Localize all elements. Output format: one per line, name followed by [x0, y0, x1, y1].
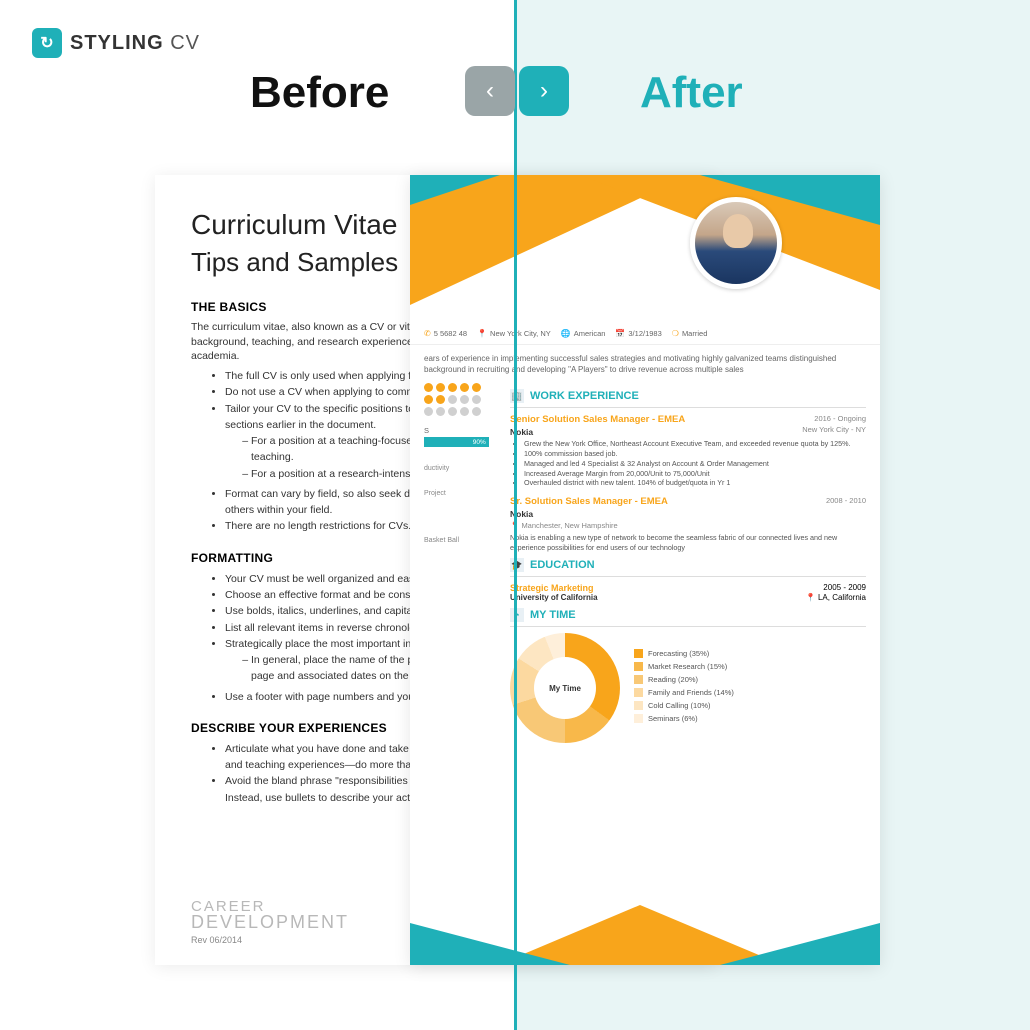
job-title: Sr. Solution Sales Manager - EMEA: [510, 496, 668, 507]
ring-icon: ❍: [672, 329, 679, 338]
swatch: [634, 701, 643, 710]
briefcase-icon: 🏢: [510, 389, 524, 403]
swatch: [634, 662, 643, 671]
phone-value: 5 5682 48: [434, 329, 467, 338]
contact-info-bar: ✆5 5682 48 📍New York City, NY 🌐American …: [410, 325, 880, 345]
job-dates: 2008 - 2010: [826, 496, 866, 507]
prev-button[interactable]: ‹: [465, 66, 515, 116]
calendar-icon: 📅: [615, 329, 625, 338]
tag-item: Basket Ball: [424, 537, 496, 544]
brand-icon: ↻: [32, 28, 62, 58]
job-location: New York City - NY: [802, 425, 866, 436]
mytime-donut-chart: My Time: [510, 633, 620, 743]
list-item: Managed and led 4 Specialist & 32 Analys…: [524, 459, 866, 469]
marital-value: Married: [682, 329, 707, 338]
resume-footer-graphic: [410, 905, 880, 965]
document-after: ✆5 5682 48 📍New York City, NY 🌐American …: [410, 175, 880, 965]
resume-header-graphic: [410, 175, 880, 325]
skill-dots: [424, 383, 496, 416]
swatch: [634, 714, 643, 723]
section-work: 🏢WORK EXPERIENCE: [510, 389, 866, 408]
list-item: 100% commission based job.: [524, 449, 866, 459]
section-mytime: ◔MY TIME: [510, 608, 866, 627]
edu-dates: 2005 - 2009: [823, 583, 866, 593]
swatch: [634, 688, 643, 697]
tag-item: ductivity: [424, 465, 496, 472]
skill-label: S: [424, 426, 496, 435]
legend-label: Seminars (6%): [648, 714, 698, 723]
list-item: Grew the New York Office, Northeast Acco…: [524, 439, 866, 449]
pin-icon: 📍: [477, 329, 487, 338]
resume-left-col: S 90% ductivity Project Basket Ball: [424, 383, 496, 743]
tag-item: Project: [424, 490, 496, 497]
city-value: New York City, NY: [490, 329, 551, 338]
phone-icon: ✆: [424, 329, 431, 338]
job-location: Manchester, New Hampshire: [521, 521, 617, 530]
legend-label: Family and Friends (14%): [648, 688, 734, 697]
legend-label: Forecasting (35%): [648, 649, 709, 658]
legend-label: Cold Calling (10%): [648, 701, 711, 710]
label-before: Before: [250, 68, 389, 118]
revision-date: Rev 06/2014: [191, 935, 349, 945]
next-button[interactable]: ›: [519, 66, 569, 116]
mytime-legend: Forecasting (35%) Market Research (15%) …: [634, 649, 734, 727]
comparison-divider[interactable]: [514, 0, 517, 1030]
legend-label: Reading (20%): [648, 675, 698, 684]
section-education: 🎓EDUCATION: [510, 558, 866, 577]
chevron-right-icon: ›: [540, 77, 548, 105]
job-entry: Senior Solution Sales Manager - EMEA 2016…: [510, 414, 866, 488]
job-dates: 2016 - Ongoing: [814, 414, 866, 425]
globe-icon: 🌐: [561, 329, 571, 338]
list-item: Overhauled district with new talent. 104…: [524, 478, 866, 488]
label-after: After: [640, 68, 743, 118]
resume-right-col: 🏢WORK EXPERIENCE Senior Solution Sales M…: [510, 383, 866, 743]
avatar-photo: [690, 197, 782, 289]
legend-label: Market Research (15%): [648, 662, 727, 671]
skill-bar: 90%: [424, 437, 489, 447]
graduation-icon: 🎓: [510, 558, 524, 572]
job-title: Senior Solution Sales Manager - EMEA: [510, 414, 685, 425]
clock-icon: ◔: [510, 608, 524, 622]
swatch: [634, 675, 643, 684]
job-desc: Nokia is enabling a new type of network …: [510, 533, 866, 552]
donut-label: My Time: [549, 684, 581, 693]
dob-value: 3/12/1983: [628, 329, 661, 338]
edu-title: Strategic Marketing: [510, 583, 594, 593]
edu-location: LA, California: [818, 593, 866, 602]
nationality-value: American: [574, 329, 606, 338]
career-dev-logo: CAREER DEVELOPMENT: [191, 900, 349, 931]
swatch: [634, 649, 643, 658]
list-item: Increased Average Margin from 20,000/Uni…: [524, 469, 866, 479]
job-company: Nokia: [510, 509, 866, 519]
comparison-nav: ‹ ›: [465, 66, 569, 116]
job-entry: Sr. Solution Sales Manager - EMEA 2008 - …: [510, 496, 866, 552]
brand-logo[interactable]: ↻ STYLING CV: [32, 28, 200, 58]
chevron-left-icon: ‹: [486, 77, 494, 105]
resume-summary: ears of experience in implementing succe…: [410, 345, 880, 383]
edu-university: University of California: [510, 593, 598, 602]
brand-name: STYLING CV: [70, 32, 200, 55]
